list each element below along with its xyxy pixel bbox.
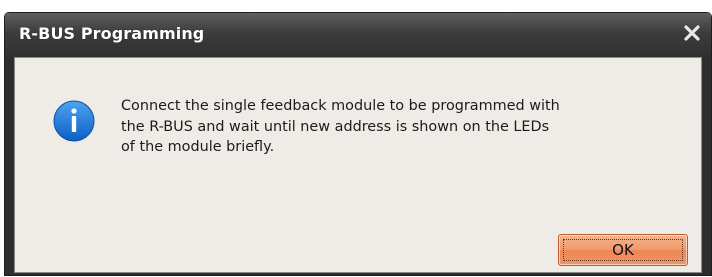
dialog-body: Connect the single feedback module to be… [14, 57, 702, 273]
close-icon [684, 25, 700, 41]
close-button[interactable] [679, 20, 705, 46]
dialog-window: R-BUS Programming Connect the single fee… [5, 13, 711, 275]
ok-button[interactable]: OK [558, 234, 688, 266]
ok-button-label: OK [612, 241, 634, 259]
title-bar[interactable]: R-BUS Programming [5, 13, 711, 57]
window-title: R-BUS Programming [19, 24, 205, 43]
message-text: Connect the single feedback module to be… [121, 98, 560, 155]
info-icon [53, 100, 95, 142]
